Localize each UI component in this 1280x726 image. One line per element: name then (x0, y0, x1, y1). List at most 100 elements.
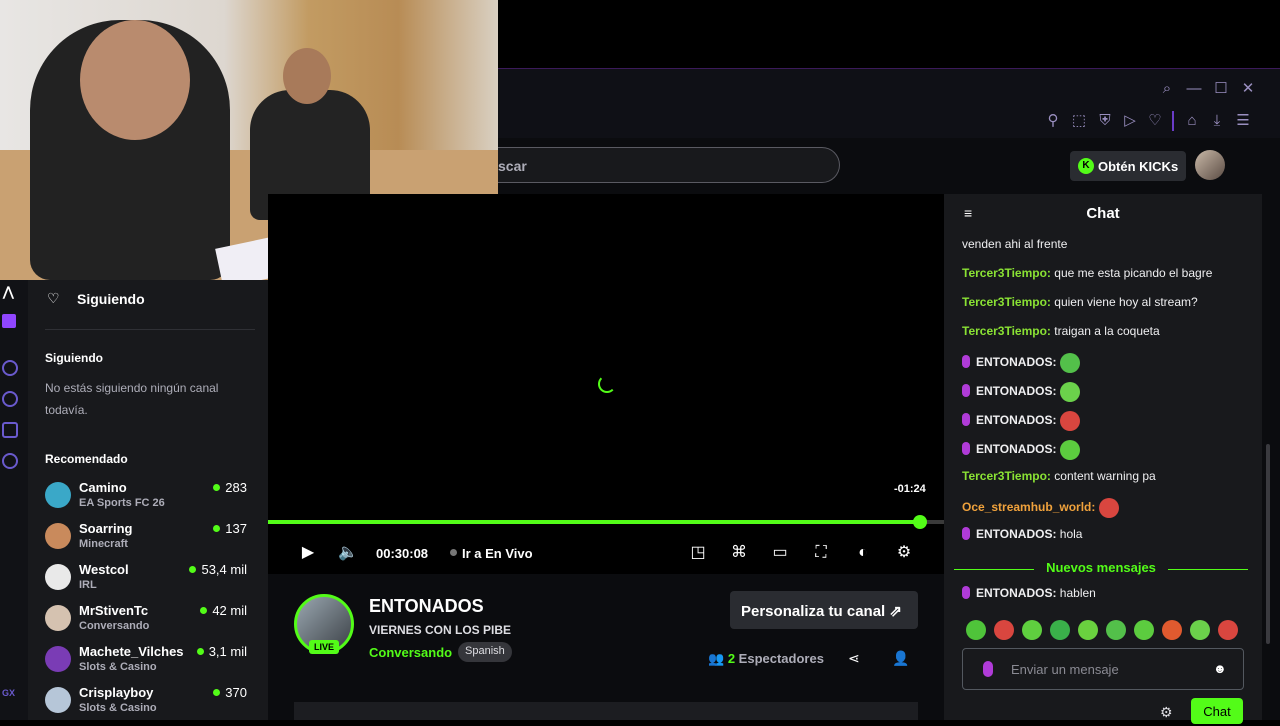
channel-avatar (45, 523, 71, 549)
fullscreen-icon[interactable]: ⛶ (811, 543, 831, 563)
play-button[interactable]: ▶ (298, 543, 318, 563)
cube-rail-icon[interactable] (2, 422, 18, 438)
download-icon[interactable]: ⤓ (1208, 113, 1226, 129)
search-icon[interactable]: ⌕ (1158, 81, 1176, 97)
customize-channel-button[interactable]: Personaliza tu canal ⇗ (730, 591, 918, 629)
emote-option[interactable] (1134, 620, 1154, 640)
stream-category[interactable]: Conversando (369, 645, 452, 660)
channel-name: MrStivenTc (79, 603, 149, 618)
chat-scrollbar[interactable] (1262, 194, 1280, 720)
close-icon[interactable]: ✕ (1239, 81, 1257, 97)
chat-username[interactable]: ENTONADOS: (976, 586, 1056, 600)
share-icon[interactable]: ⋖ (848, 650, 860, 667)
minimize-icon[interactable]: — (1185, 81, 1203, 97)
stream-title: VIERNES CON LOS PIBE (369, 623, 512, 637)
kick-rail-icon[interactable]: ⋀ (3, 284, 14, 300)
emote-bar[interactable] (966, 620, 1256, 642)
emote-option[interactable] (1106, 620, 1126, 640)
recommended-channel[interactable]: Soarring Minecraft 137 (45, 521, 275, 557)
channel-category: Slots & Casino (79, 661, 157, 673)
chat-emote (1059, 411, 1080, 431)
chat-username[interactable]: Tercer3Tiempo: (962, 266, 1051, 280)
mic-badge-icon (962, 384, 970, 398)
chat-username[interactable]: ENTONADOS: (976, 384, 1056, 398)
scrollbar-thumb[interactable] (1266, 444, 1270, 644)
get-kicks-button[interactable]: K Obtén KICKs (1070, 151, 1186, 181)
new-messages-divider[interactable]: Nuevos mensajes (954, 560, 1248, 578)
user-avatar[interactable] (1195, 150, 1225, 180)
chat-username[interactable]: Tercer3Tiempo: (962, 324, 1051, 338)
twitch-icon[interactable] (2, 314, 16, 328)
chat-username[interactable]: ENTONADOS: (976, 355, 1056, 369)
divider (45, 329, 255, 330)
progress-knob[interactable] (913, 515, 928, 529)
recommended-channel[interactable]: Machete_Vilches Slots & Casino 3,1 mil (45, 644, 275, 680)
video-player[interactable]: -01:24 ▶ 🔈 00:30:08 Ir a En Vivo ◳ ⌘ ▭ ⛶… (268, 194, 944, 574)
chat-send-button[interactable]: Chat (1191, 698, 1243, 724)
playback-speed-icon[interactable]: ◐ (853, 543, 873, 563)
emote-option[interactable] (1190, 620, 1210, 640)
emote-option[interactable] (966, 620, 986, 640)
following-header[interactable]: Siguiendo (77, 291, 145, 307)
emote-option[interactable] (1162, 620, 1182, 640)
clock-icon[interactable] (2, 391, 18, 407)
viewer-count-value: 370 (225, 685, 247, 700)
chat-input[interactable]: Enviar un mensaje ☻ (962, 648, 1244, 690)
search-input[interactable]: scar (498, 147, 840, 183)
settings-icon[interactable] (2, 453, 18, 469)
maximize-icon[interactable]: ☐ (1212, 81, 1230, 97)
progress-fill (268, 520, 921, 524)
chat-username[interactable]: ENTONADOS: (976, 413, 1056, 427)
play-icon[interactable]: ▷ (1121, 113, 1139, 129)
language-tag[interactable]: Spanish (458, 642, 512, 662)
pin-icon[interactable]: ⚲ (1044, 113, 1062, 129)
chat-message: ENTONADOS: hablen (962, 586, 1096, 600)
follow-user-icon[interactable]: 👤 (892, 650, 909, 667)
channel-name[interactable]: ENTONADOS (369, 596, 484, 617)
chat-username[interactable]: Oce_streamhub_world: (962, 500, 1095, 514)
mini-player-icon[interactable]: ◳ (688, 543, 708, 563)
recommended-channel[interactable]: Camino EA Sports FC 26 283 (45, 480, 275, 516)
mic-badge-icon (962, 355, 970, 369)
theater-mode-icon[interactable]: ▭ (770, 543, 790, 563)
live-dot (200, 607, 208, 614)
recommended-channel[interactable]: MrStivenTc Conversando 42 mil (45, 603, 275, 639)
recommended-channel[interactable]: Westcol IRL 53,4 mil (45, 562, 275, 598)
emote-option[interactable] (1218, 620, 1238, 640)
recommended-channel[interactable]: Crisplayboy Slots & Casino 370 (45, 685, 275, 721)
emote-option[interactable] (1078, 620, 1098, 640)
settings-icon[interactable]: ⚙ (894, 543, 914, 563)
viewer-count-value: 137 (225, 521, 247, 536)
chat-username[interactable]: ENTONADOS: (976, 442, 1056, 456)
crop-icon[interactable]: ⬚ (1070, 113, 1088, 129)
mic-badge-icon (983, 661, 993, 677)
emote-option[interactable] (1022, 620, 1042, 640)
emote-option[interactable] (994, 620, 1014, 640)
volume-icon[interactable]: 🔈 (338, 543, 358, 563)
channel-name: Machete_Vilches (79, 644, 184, 659)
emoji-icon[interactable]: ☻ (1213, 661, 1227, 676)
channel-name: Crisplayboy (79, 685, 154, 700)
chat-username[interactable]: Tercer3Tiempo: (962, 469, 1051, 483)
kick-logo-icon: K (1078, 158, 1094, 174)
go-live-button[interactable]: Ir a En Vivo (462, 546, 533, 561)
play-circle-icon[interactable] (2, 360, 18, 376)
viewer-count-value: 283 (225, 480, 247, 495)
browser-top-bar: ⌕ — ☐ ✕ ⚲ ⬚ ⛨ ▷ ♡ ⌂ ⤓ ☰ (498, 68, 1280, 138)
channel-avatar (45, 482, 71, 508)
chat-username[interactable]: Tercer3Tiempo: (962, 295, 1051, 309)
viewer-count: 42 mil (200, 603, 247, 618)
cube-icon[interactable]: ⌂ (1183, 113, 1201, 129)
chat-input-placeholder: Enviar un mensaje (1011, 662, 1119, 677)
channel-name: Camino (79, 480, 127, 495)
channel-name: Westcol (79, 562, 129, 577)
chat-panel: ≡ Chat venden ahi al frente Tercer3Tiempo… (944, 194, 1262, 724)
heart-icon[interactable]: ♡ (1146, 113, 1164, 129)
clip-icon[interactable]: ⌘ (729, 543, 749, 563)
menu-icon[interactable]: ☰ (1234, 113, 1252, 129)
emote-option[interactable] (1050, 620, 1070, 640)
shield-icon[interactable]: ⛨ (1096, 113, 1114, 129)
chat-username[interactable]: ENTONADOS: (976, 527, 1056, 541)
chat-settings-icon[interactable]: ⚙ (1160, 704, 1173, 721)
customize-channel-label: Personaliza tu canal (741, 603, 886, 620)
